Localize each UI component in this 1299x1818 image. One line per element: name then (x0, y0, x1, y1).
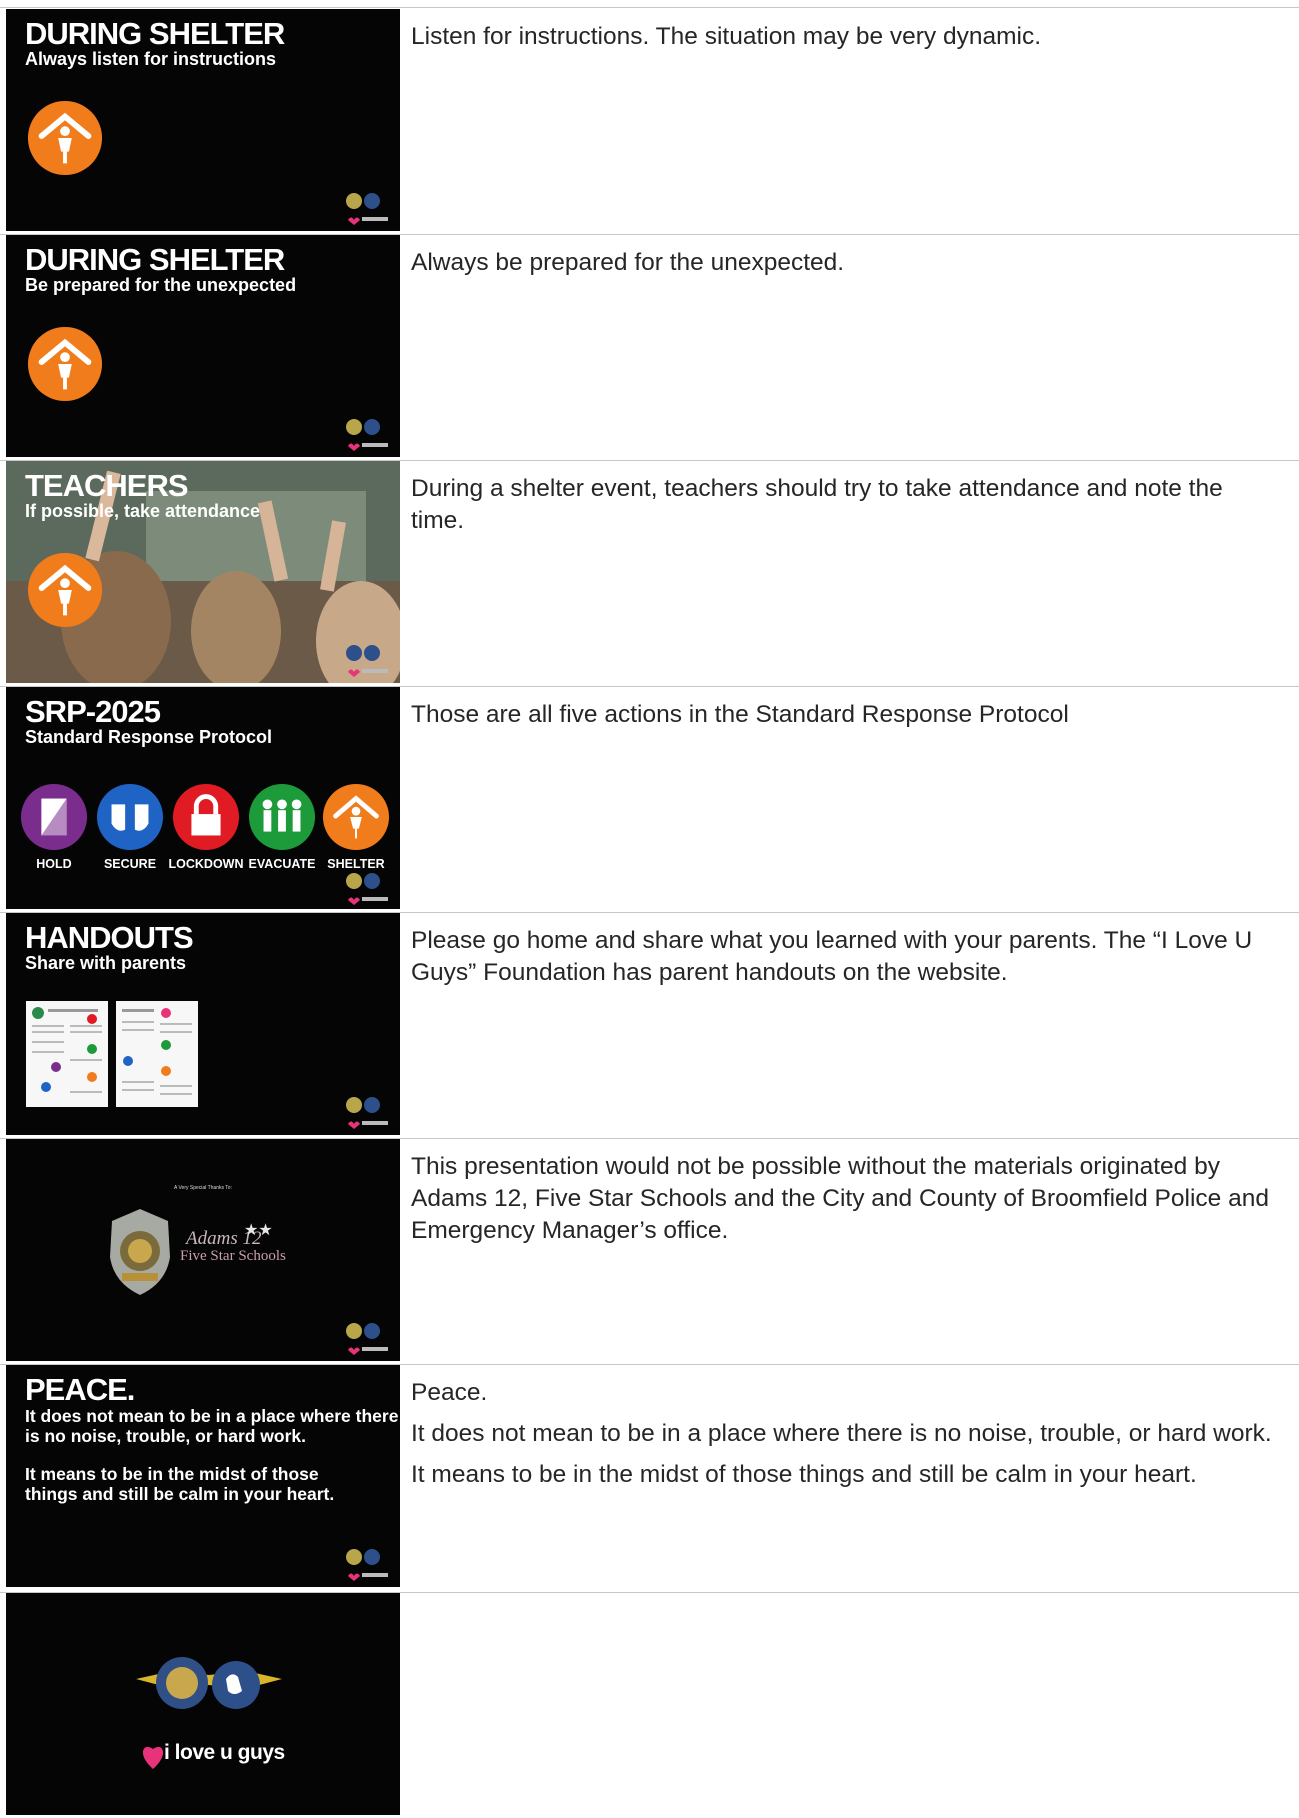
note-paragraph: This presentation would not be possible … (411, 1153, 1269, 1244)
peace-body-1: It does not mean to be in a place where … (25, 1406, 399, 1446)
slide-thumbnail: DURING SHELTER Be prepared for the unexp… (6, 235, 400, 457)
adams12-logo-line2: Five Star Schools (180, 1248, 286, 1264)
evacuate-label: EVACUATE (248, 857, 316, 871)
partner-logos-icon (346, 1097, 388, 1129)
slide-subtitle: Standard Response Protocol (25, 727, 273, 747)
slide-thumbnail: DURING SHELTER Always listen for instruc… (6, 9, 400, 231)
parent-handout-image (26, 1001, 108, 1107)
secure-icon (96, 783, 164, 851)
slide-row-6: A Very Special Thanks To: Adams 12 Five … (0, 1138, 1299, 1364)
slide-title: HANDOUTS (25, 920, 194, 955)
hold-label: HOLD (36, 857, 72, 871)
note-paragraph: Always be prepared for the unexpected. (411, 249, 845, 276)
lockdown-label: LOCKDOWN (168, 857, 244, 871)
speaker-notes: This presentation would not be possible … (411, 1151, 1281, 1256)
partner-logos-icon (346, 1549, 388, 1581)
speaker-notes: Always be prepared for the unexpected. (411, 247, 1281, 288)
slide-thumbnail: PEACE. It does not mean to be in a place… (6, 1365, 400, 1587)
shelter-icon (27, 326, 103, 402)
slide-row-7: PEACE. It does not mean to be in a place… (0, 1364, 1299, 1590)
peace-body-2: It means to be in the midst of those thi… (25, 1464, 335, 1504)
shelter-icon (322, 783, 390, 851)
slide-thumbnail: TEACHERS If possible, take attendance (6, 461, 400, 683)
slide-title: PEACE. (25, 1372, 135, 1407)
partner-logos-icon (346, 645, 388, 677)
shelter-icon (27, 552, 103, 628)
lockdown-icon (172, 783, 240, 851)
michigan-state-police-badge-icon (136, 1657, 282, 1709)
note-paragraph: Please go home and share what you learne… (411, 927, 1253, 986)
slide-row-2: DURING SHELTER Be prepared for the unexp… (0, 234, 1299, 460)
brand-wordmark: i love u guys (164, 1741, 285, 1764)
broomfield-police-badge-icon (110, 1209, 170, 1295)
slide-subtitle: Share with parents (25, 953, 187, 973)
slide-row-3: TEACHERS If possible, take attendance Du… (0, 460, 1299, 686)
partner-logos-icon (346, 193, 388, 225)
note-paragraph: It does not mean to be in a place where … (411, 1420, 1272, 1447)
shelter-icon (27, 100, 103, 176)
secure-label: SECURE (103, 857, 157, 871)
slide-subtitle: Always listen for instructions (25, 49, 277, 69)
slide-row-8: i love u guys (0, 1592, 1299, 1818)
slide-thumbnail: HANDOUTS Share with parents (6, 913, 400, 1135)
slide-subtitle: Be prepared for the unexpected (25, 275, 297, 295)
slide-thumbnail: A Very Special Thanks To: Adams 12 Five … (6, 1139, 400, 1361)
note-paragraph: Peace. (411, 1379, 488, 1406)
hold-icon (20, 783, 88, 851)
parent-handout-image (116, 1001, 198, 1107)
note-paragraph: During a shelter event, teachers should … (411, 475, 1223, 534)
slide-row-5: HANDOUTS Share with parents Please go ho… (0, 912, 1299, 1138)
slide-title: DURING SHELTER (25, 16, 285, 51)
heart-logo-icon (142, 1746, 164, 1769)
slide-thumbnail: SRP-2025 Standard Response Protocol HOLD… (6, 687, 400, 909)
speaker-notes: Those are all five actions in the Standa… (411, 699, 1281, 740)
note-paragraph: It means to be in the midst of those thi… (411, 1461, 1197, 1488)
partner-logos-icon (346, 873, 388, 905)
partner-logos-icon (346, 419, 388, 451)
partner-logos-icon (346, 1323, 388, 1355)
slide-thumbnail: i love u guys (6, 1593, 400, 1815)
handout-document: DURING SHELTER Always listen for instruc… (0, 0, 1299, 1818)
note-paragraph: Listen for instructions. The situation m… (411, 23, 1042, 50)
slide-subtitle: If possible, take attendance (25, 501, 261, 521)
slide-row-4: SRP-2025 Standard Response Protocol HOLD… (0, 686, 1299, 912)
speaker-notes: During a shelter event, teachers should … (411, 473, 1281, 546)
slide-title: TEACHERS (25, 468, 189, 503)
speaker-notes: Please go home and share what you learne… (411, 925, 1281, 998)
note-paragraph: Those are all five actions in the Standa… (411, 701, 1069, 728)
stars-icon: ★★ (244, 1220, 273, 1239)
evacuate-icon (248, 783, 316, 851)
slide-row-1: DURING SHELTER Always listen for instruc… (0, 8, 1299, 234)
slide-title: DURING SHELTER (25, 242, 285, 277)
speaker-notes: Peace. It does not mean to be in a place… (411, 1377, 1281, 1500)
speaker-notes: Listen for instructions. The situation m… (411, 21, 1281, 62)
special-thanks-heading: A Very Special Thanks To: (174, 1185, 232, 1191)
slide-title: SRP-2025 (25, 694, 161, 729)
svg-text:★★: ★★ (244, 1220, 273, 1239)
